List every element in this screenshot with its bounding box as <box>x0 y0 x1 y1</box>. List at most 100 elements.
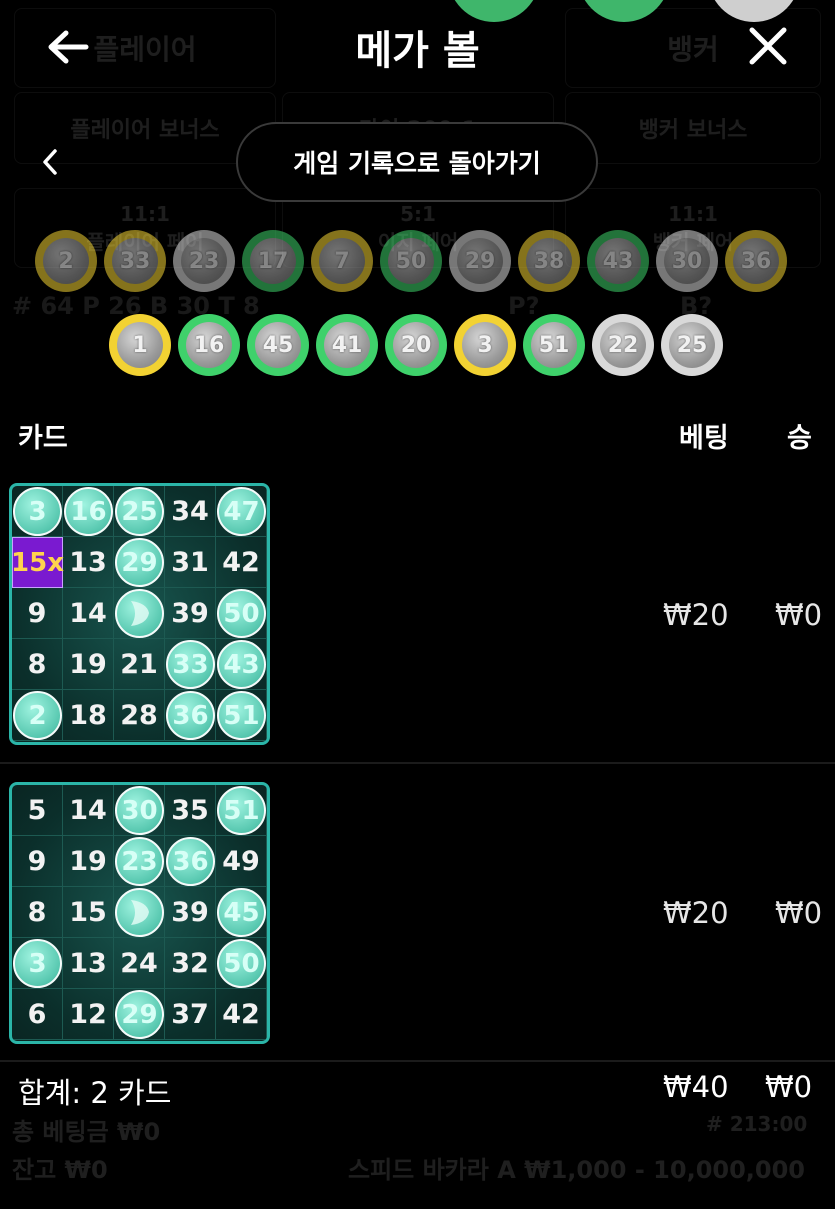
drawn-ball: 22 <box>592 314 654 376</box>
drawn-ball-number: 16 <box>186 322 232 368</box>
marked-number: 29 <box>115 538 164 587</box>
divider <box>0 762 835 764</box>
card-1-bet: ₩20 <box>663 598 729 632</box>
card-cell: 14 <box>63 785 114 836</box>
drawn-ball: 3 <box>454 314 516 376</box>
drawn-ball: 41 <box>316 314 378 376</box>
card-cell: 18 <box>63 690 114 741</box>
card-cell: 14 <box>63 588 114 639</box>
marked-number: 3 <box>13 939 62 988</box>
marked-number: 47 <box>217 487 266 536</box>
bg-table-name: 스피드 바카라 A ₩1,000 - 10,000,000 <box>348 1156 806 1184</box>
drawn-ball: 51 <box>523 314 585 376</box>
drawn-ball: 20 <box>385 314 447 376</box>
drawn-ball: 43 <box>587 230 649 292</box>
card-cell: 8 <box>12 639 63 690</box>
drawn-ball: 45 <box>247 314 309 376</box>
bg-round-id: # 213:00 <box>706 1112 808 1136</box>
card-cell: 21 <box>114 639 165 690</box>
card-cell: 13 <box>63 537 114 588</box>
column-headers: 카드 베팅 승 <box>0 410 835 460</box>
drawn-ball: 23 <box>173 230 235 292</box>
marked-number: 23 <box>115 837 164 886</box>
drawn-ball-number: 1 <box>117 322 163 368</box>
drawn-ball: 38 <box>518 230 580 292</box>
drawn-ball-number: 50 <box>388 238 434 284</box>
bingo-card: 3 16 25 34 47 15x 13 29 31 42 9 14 39 50 8 19 21 33 43 2 18 2… <box>9 483 270 745</box>
card-cell: 32 <box>165 938 216 989</box>
close-icon <box>749 27 787 65</box>
drawn-ball-number: 3 <box>462 322 508 368</box>
card-cell: 13 <box>63 938 114 989</box>
bg-balance: 잔고 ₩0 <box>12 1156 108 1184</box>
card-2-bet: ₩20 <box>663 896 729 930</box>
drawn-ball-number: 2 <box>43 238 89 284</box>
marked-number: 3 <box>13 487 62 536</box>
drawn-ball-number: 20 <box>393 322 439 368</box>
marked-number: 2 <box>13 691 62 740</box>
card-cell: 19 <box>63 639 114 690</box>
card-cell: 15 <box>63 887 114 938</box>
chevron-left-icon <box>43 149 57 175</box>
card-cell: 35 <box>165 785 216 836</box>
card-cell: 24 <box>114 938 165 989</box>
drawn-ball-number: 30 <box>664 238 710 284</box>
marked-number: 36 <box>166 691 215 740</box>
drawn-ball-number: 17 <box>250 238 296 284</box>
drawn-ball: 36 <box>725 230 787 292</box>
marked-number: 33 <box>166 640 215 689</box>
drawn-ball-number: 22 <box>600 322 646 368</box>
multiplier-badge: 15x <box>12 537 64 588</box>
card-cell: 39 <box>165 887 216 938</box>
column-win: 승 <box>787 423 812 454</box>
marked-number: 45 <box>217 888 266 937</box>
card-cell: 19 <box>63 836 114 887</box>
bingo-card: 5 14 30 35 51 9 19 23 36 49 8 15 39 45 3 13 24 32 50 6 12 29 3… <box>9 782 270 1044</box>
drawn-ball-number: 25 <box>669 322 715 368</box>
free-space-icon <box>115 589 164 638</box>
card-cell: 42 <box>216 989 267 1040</box>
bg-stats-mid: P? <box>508 292 540 320</box>
card-2-win: ₩0 <box>775 896 823 930</box>
divider <box>0 1060 835 1062</box>
drawn-ball-number: 7 <box>319 238 365 284</box>
page-title: 메가 볼 <box>355 28 480 74</box>
drawn-ball: 29 <box>449 230 511 292</box>
drawn-ball: 50 <box>380 230 442 292</box>
close-button[interactable] <box>744 22 792 70</box>
card-cell: 8 <box>12 887 63 938</box>
drawn-ball-number: 41 <box>324 322 370 368</box>
background-footer: 총 베팅금 ₩0 # 213:00 잔고 ₩0 스피드 바카라 A ₩1,000… <box>0 1108 835 1188</box>
marked-number: 30 <box>115 786 164 835</box>
total-label: 합계: 2 카드 <box>18 1076 172 1110</box>
history-prev-button[interactable] <box>34 144 66 180</box>
card-cell: 49 <box>216 836 267 887</box>
card-cell: 39 <box>165 588 216 639</box>
drawn-ball: 25 <box>661 314 723 376</box>
card-cell: 9 <box>12 836 63 887</box>
drawn-ball: 33 <box>104 230 166 292</box>
drawn-ball-number: 45 <box>255 322 301 368</box>
marked-number: 51 <box>217 691 266 740</box>
free-space-icon <box>115 888 164 937</box>
total-row: 합계: 2 카드 ₩40 ₩0 <box>0 1070 835 1110</box>
total-bet: ₩40 <box>663 1070 729 1104</box>
drawn-ball-number: 33 <box>112 238 158 284</box>
drawn-ball: 7 <box>311 230 373 292</box>
card-cell: 9 <box>12 588 63 639</box>
back-to-history-button[interactable]: 게임 기록으로 돌아가기 <box>236 122 598 202</box>
card-cell: 12 <box>63 989 114 1040</box>
bg-total-bet: 총 베팅금 ₩0 <box>12 1118 161 1146</box>
drawn-ball-number: 51 <box>531 322 577 368</box>
drawn-ball: 1 <box>109 314 171 376</box>
drawn-ball-number: 38 <box>526 238 572 284</box>
marked-number: 29 <box>115 990 164 1039</box>
header: 메가 볼 <box>0 0 835 96</box>
history-row: 게임 기록으로 돌아가기 <box>0 122 835 202</box>
drawn-ball: 17 <box>242 230 304 292</box>
card-cell: 28 <box>114 690 165 741</box>
marked-number: 51 <box>217 786 266 835</box>
column-bet: 베팅 <box>679 423 729 454</box>
card-cell: 34 <box>165 486 216 537</box>
marked-number: 36 <box>166 837 215 886</box>
